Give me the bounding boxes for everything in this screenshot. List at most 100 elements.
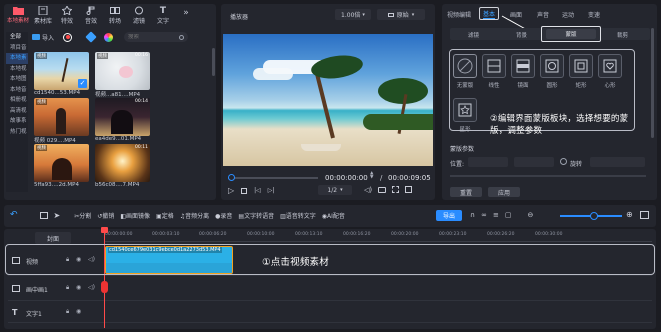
speed-select[interactable]: 1.00倍 ▾ xyxy=(335,9,371,20)
quality-select[interactable]: 1/2 ▾ xyxy=(318,185,352,195)
toolbar-effects[interactable]: 特效 xyxy=(56,6,78,25)
mask-none-button[interactable] xyxy=(453,54,477,78)
toolbar-local-media[interactable]: 本地素材 xyxy=(6,6,30,24)
search-box[interactable] xyxy=(124,32,189,42)
select-pointer-icon[interactable]: ➤ xyxy=(54,211,61,220)
sidebar-item-story[interactable]: 故事系 xyxy=(6,116,28,127)
stt-tool[interactable]: ▥语音转文字 xyxy=(280,211,316,220)
mute-icon[interactable]: ◁) xyxy=(88,256,95,263)
record-marker[interactable] xyxy=(101,281,108,293)
search-input[interactable] xyxy=(128,34,173,40)
sidebar-item-local-video[interactable]: 本地视 xyxy=(6,64,28,75)
link-icon[interactable]: ∞ xyxy=(481,211,487,219)
prev-frame-icon[interactable]: |◁ xyxy=(254,187,261,194)
record-icon[interactable] xyxy=(63,32,73,42)
subtab-mask[interactable]: 蒙版 xyxy=(541,26,601,42)
import-button[interactable]: 导入 xyxy=(32,33,54,42)
toolbar-transition[interactable]: 转场 xyxy=(104,6,126,25)
export-button[interactable]: 导出 xyxy=(436,210,462,221)
tts-tool[interactable]: ▤文字转语音 xyxy=(238,211,274,220)
playhead-handle[interactable] xyxy=(101,227,108,233)
playhead[interactable] xyxy=(104,232,105,328)
next-frame-icon[interactable]: ▷| xyxy=(268,187,275,194)
media-scrollbar[interactable] xyxy=(212,48,215,76)
zoom-in-icon[interactable]: ⊕ xyxy=(626,210,633,219)
sidebar-item-local[interactable]: 本地素 xyxy=(6,53,28,64)
sidebar-item-hd[interactable]: 高清视 xyxy=(6,106,28,117)
freeze-tool[interactable]: ▣定格 xyxy=(156,211,174,220)
rotate-input[interactable] xyxy=(590,157,645,167)
time-stepper-icon[interactable]: ▲ ▼ xyxy=(370,171,373,180)
record-tool[interactable]: ●录音 xyxy=(215,211,232,220)
split-tool[interactable]: ✂分割 xyxy=(74,211,91,220)
subtab-crop[interactable]: 裁剪 xyxy=(617,31,628,39)
media-thumb-4[interactable]: 00:14 xyxy=(95,98,150,136)
audio-separate-tool[interactable]: ♫音频分离 xyxy=(180,211,209,220)
progress-bar[interactable] xyxy=(228,177,318,179)
media-thumb-6[interactable]: 00:11 xyxy=(95,144,150,182)
undo-tool[interactable]: ↺撤销 xyxy=(97,211,114,220)
search-icon[interactable] xyxy=(179,34,185,40)
play-icon[interactable]: ▷ xyxy=(228,186,234,195)
ai-voice-tool[interactable]: ◉AI配音 xyxy=(322,211,345,220)
magnet-icon[interactable]: ∩ xyxy=(470,211,475,219)
tab-video-edit[interactable]: 视频编辑 xyxy=(447,10,471,19)
tab-speed[interactable]: 变速 xyxy=(588,10,600,19)
fullscreen-icon[interactable] xyxy=(392,186,400,193)
timeline-ruler[interactable]: 00:00:00:00 00:00:03:10 00:00:06:20 00:0… xyxy=(104,232,652,242)
visibility-icon[interactable]: ◉ xyxy=(76,256,81,263)
sidebar-item-local-audio[interactable]: 本地音 xyxy=(6,85,28,96)
undo-arrow-icon[interactable]: ↶ xyxy=(10,210,18,220)
position-y-input[interactable] xyxy=(514,157,554,167)
tag-icon[interactable] xyxy=(85,31,97,43)
subtab-filter[interactable]: 滤镜 xyxy=(468,31,479,39)
volume-icon[interactable]: ◁) xyxy=(364,186,372,194)
media-thumb-1[interactable]: 视频 ✓ xyxy=(34,52,89,90)
cover-button[interactable]: 封面 xyxy=(35,232,71,244)
zoom-out-icon[interactable]: ⊖ xyxy=(527,211,533,219)
fit-timeline-icon[interactable] xyxy=(640,211,649,219)
zoom-handle[interactable] xyxy=(590,212,598,220)
screenshot-icon[interactable] xyxy=(378,187,387,193)
mirror-tool[interactable]: ◧画面镜像 xyxy=(120,211,150,220)
lock-icon[interactable]: 🔒︎ xyxy=(66,308,69,316)
media-thumb-5[interactable]: 视频 xyxy=(34,144,89,182)
mask-heart-button[interactable] xyxy=(598,54,622,78)
mask-linear-button[interactable] xyxy=(482,54,506,78)
lock-icon[interactable]: 🔒︎ xyxy=(66,284,69,292)
reset-button[interactable]: 重置 xyxy=(450,187,482,197)
tab-motion[interactable]: 运动 xyxy=(562,10,574,19)
toolbar-filter[interactable]: 滤镜 xyxy=(128,6,150,25)
visibility-icon[interactable]: ◉ xyxy=(76,284,81,291)
ratio-select[interactable]: 原始 ▾ xyxy=(377,9,425,20)
visibility-icon[interactable]: ◉ xyxy=(76,308,81,315)
props-scrollbar[interactable] xyxy=(651,28,654,138)
progress-handle[interactable] xyxy=(228,174,235,181)
sidebar-item-local-image[interactable]: 本地图 xyxy=(6,74,28,85)
mask-mirror-button[interactable] xyxy=(511,54,535,78)
toolbar-text[interactable]: T 文字 xyxy=(152,6,174,26)
palette-icon[interactable] xyxy=(104,32,114,42)
position-x-input[interactable] xyxy=(468,157,508,167)
mute-icon[interactable]: ◁) xyxy=(88,284,95,291)
sidebar-item-album[interactable]: 相册视 xyxy=(6,95,28,106)
sidebar-item-project[interactable]: 项目音 xyxy=(6,43,28,54)
grid-icon[interactable] xyxy=(39,211,48,219)
video-preview[interactable] xyxy=(223,34,433,166)
expand-icon[interactable] xyxy=(405,186,413,193)
stop-icon[interactable] xyxy=(241,187,248,194)
toolbar-more-button[interactable]: » xyxy=(180,6,192,20)
media-thumb-3[interactable]: 视频 xyxy=(34,98,89,136)
lock-icon[interactable]: 🔒︎ xyxy=(66,256,69,264)
params-slider[interactable] xyxy=(450,175,646,177)
mask-rect-button[interactable] xyxy=(569,54,593,78)
media-thumb-2[interactable]: 视频 00:16 xyxy=(95,52,150,90)
apply-button[interactable]: 应用 xyxy=(488,187,520,197)
mask-circle-button[interactable] xyxy=(540,54,564,78)
sidebar-item-hot[interactable]: 热门视 xyxy=(6,127,28,138)
toolbar-audio[interactable]: 音效 xyxy=(80,6,102,25)
lock-icon[interactable]: ▢ xyxy=(505,211,512,219)
toolbar-library[interactable]: 素材库 xyxy=(32,6,54,25)
layers-icon[interactable]: ≡ xyxy=(493,211,499,219)
subtab-background[interactable]: 背景 xyxy=(516,31,527,39)
